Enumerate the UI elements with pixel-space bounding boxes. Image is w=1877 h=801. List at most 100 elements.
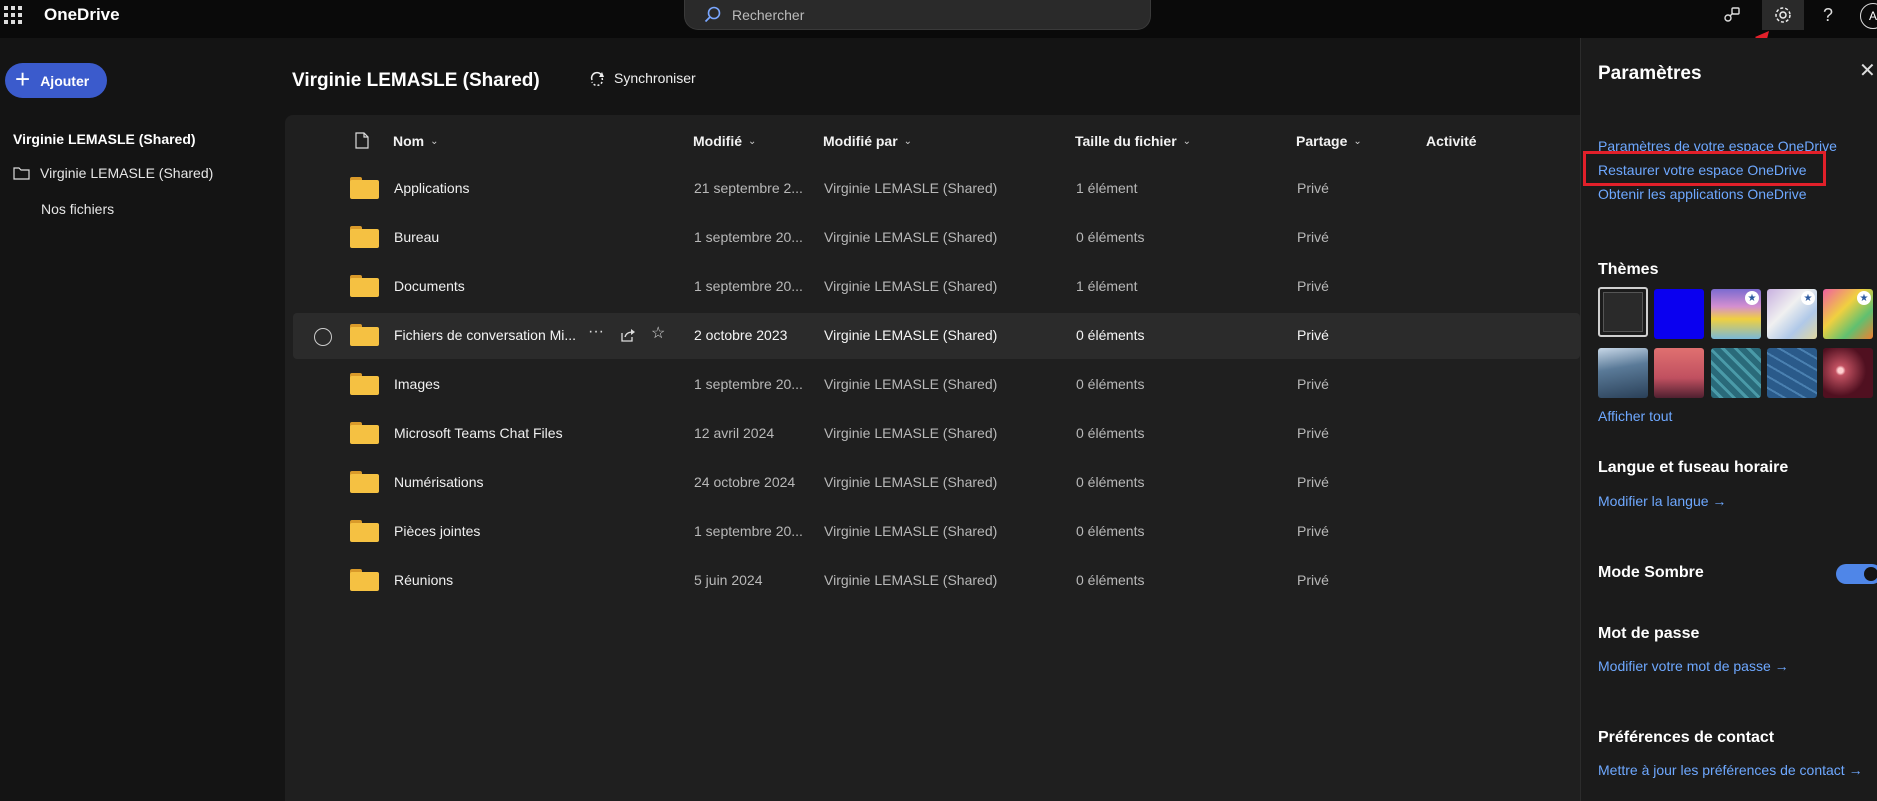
sharing-status: Privé — [1297, 523, 1329, 539]
get-apps-link[interactable]: Obtenir les applications OneDrive — [1598, 186, 1807, 202]
app-launcher-icon[interactable] — [4, 6, 22, 24]
close-icon[interactable]: ✕ — [1859, 58, 1876, 83]
file-name[interactable]: Pièces jointes — [394, 523, 480, 539]
search-input[interactable]: Rechercher — [732, 7, 804, 23]
folder-icon — [350, 422, 379, 444]
file-size: 0 éléments — [1076, 425, 1145, 441]
change-language-link[interactable]: Modifier la langue → — [1598, 493, 1726, 509]
theme-palms[interactable] — [1654, 348, 1704, 398]
share-icon[interactable] — [620, 327, 636, 343]
chevron-down-icon: ⌄ — [903, 135, 913, 147]
add-button-label: Ajouter — [40, 72, 90, 89]
nav-item-shared-folder[interactable]: Virginie LEMASLE (Shared) — [13, 165, 213, 181]
column-label: Taille du fichier — [1075, 133, 1177, 149]
show-all-themes-link[interactable]: Afficher tout — [1598, 408, 1672, 424]
column-label: Modifié par — [823, 133, 898, 149]
chevron-down-icon: ⌄ — [1182, 135, 1192, 147]
file-name[interactable]: Bureau — [394, 229, 439, 245]
file-name[interactable]: Microsoft Teams Chat Files — [394, 425, 563, 441]
sharing-status: Privé — [1297, 278, 1329, 294]
dark-mode-toggle[interactable] — [1836, 564, 1877, 584]
file-size: 0 éléments — [1076, 376, 1145, 392]
help-icon[interactable]: ? — [1809, 0, 1847, 30]
column-header-size[interactable]: Taille du fichier ⌄ — [1075, 133, 1191, 149]
table-row[interactable]: Applications 21 septembre 2... Virginie … — [293, 166, 1580, 212]
table-row[interactable]: Numérisations 24 octobre 2024 Virginie L… — [293, 460, 1580, 506]
sharing-status: Privé — [1297, 180, 1329, 196]
file-name[interactable]: Numérisations — [394, 474, 483, 490]
contact-preferences-link[interactable]: Mettre à jour les préférences de contact… — [1598, 762, 1863, 778]
left-navigation: + Ajouter Virginie LEMASLE (Shared) Virg… — [0, 38, 285, 801]
modified-by: Virginie LEMASLE (Shared) — [824, 425, 998, 441]
theme-pastel[interactable]: ★ — [1767, 289, 1817, 339]
column-header-modified[interactable]: Modifié ⌄ — [693, 133, 756, 149]
column-header-name[interactable]: Nom ⌄ — [393, 133, 439, 149]
sharing-status: Privé — [1297, 229, 1329, 245]
add-button[interactable]: + Ajouter — [5, 63, 107, 98]
table-row[interactable]: Fichiers de conversation Mi... ··· ☆ 2 o… — [293, 313, 1580, 359]
modified-date: 12 avril 2024 — [694, 425, 775, 441]
nav-item-label: Nos fichiers — [41, 201, 115, 217]
column-label: Activité — [1426, 133, 1477, 149]
search-box[interactable]: Rechercher — [684, 0, 1151, 30]
sharing-status: Privé — [1297, 327, 1329, 343]
file-size: 0 éléments — [1076, 229, 1145, 245]
settings-title: Paramètres — [1598, 63, 1702, 84]
column-header-sharing[interactable]: Partage ⌄ — [1296, 133, 1362, 149]
search-icon — [704, 6, 721, 23]
file-type-icon — [355, 132, 369, 149]
theme-blue[interactable] — [1654, 289, 1704, 339]
file-name[interactable]: Applications — [394, 180, 470, 196]
folder-icon — [350, 275, 379, 297]
file-size: 0 éléments — [1076, 327, 1145, 343]
file-size: 0 éléments — [1076, 523, 1145, 539]
settings-gear-icon[interactable] — [1762, 0, 1804, 30]
column-header-modified-by[interactable]: Modifié par ⌄ — [823, 133, 912, 149]
page-title: Virginie LEMASLE (Shared) — [292, 70, 540, 91]
modified-by: Virginie LEMASLE (Shared) — [824, 180, 998, 196]
contact-heading: Préférences de contact — [1598, 729, 1775, 746]
file-size: 1 élément — [1076, 180, 1138, 196]
more-options-icon[interactable]: ··· — [588, 323, 604, 341]
table-row[interactable]: Documents 1 septembre 20... Virginie LEM… — [293, 264, 1580, 310]
sync-label: Synchroniser — [614, 70, 696, 86]
modified-by: Virginie LEMASLE (Shared) — [824, 229, 998, 245]
nav-header[interactable]: Virginie LEMASLE (Shared) — [13, 131, 196, 147]
star-icon[interactable]: ☆ — [651, 323, 665, 343]
table-row[interactable]: Réunions 5 juin 2024 Virginie LEMASLE (S… — [293, 558, 1580, 604]
theme-sunset[interactable]: ★ — [1711, 289, 1761, 339]
table-row[interactable]: Bureau 1 septembre 20... Virginie LEMASL… — [293, 215, 1580, 261]
file-name[interactable]: Documents — [394, 278, 465, 294]
avatar[interactable]: A — [1860, 3, 1877, 29]
share-network-icon[interactable] — [1713, 0, 1751, 30]
table-row[interactable]: Pièces jointes 1 septembre 20... Virgini… — [293, 509, 1580, 555]
change-password-link[interactable]: Modifier votre mot de passe → — [1598, 658, 1789, 674]
folder-icon — [350, 226, 379, 248]
table-row[interactable]: Images 1 septembre 20... Virginie LEMASL… — [293, 362, 1580, 408]
theme-aviation[interactable] — [1767, 348, 1817, 398]
column-label: Partage — [1296, 133, 1348, 149]
row-select-radio[interactable] — [314, 328, 332, 346]
folder-outline-icon — [13, 167, 30, 180]
theme-bokeh[interactable] — [1823, 348, 1873, 398]
sync-button[interactable]: Synchroniser — [588, 70, 696, 86]
dark-mode-heading: Mode Sombre — [1598, 564, 1704, 581]
file-size: 1 élément — [1076, 278, 1138, 294]
modified-by: Virginie LEMASLE (Shared) — [824, 572, 998, 588]
column-header-activity[interactable]: Activité — [1426, 133, 1477, 149]
chevron-down-icon: ⌄ — [1353, 135, 1362, 147]
app-name[interactable]: OneDrive — [44, 5, 120, 25]
modified-date: 2 octobre 2023 — [694, 327, 788, 343]
file-name[interactable]: Images — [394, 376, 440, 392]
theme-ocean[interactable] — [1598, 348, 1648, 398]
file-name[interactable]: Fichiers de conversation Mi... — [394, 327, 576, 343]
folder-icon — [350, 520, 379, 542]
sync-icon — [590, 71, 604, 86]
nav-item-my-files[interactable]: Nos fichiers — [41, 201, 114, 217]
modified-date: 1 septembre 20... — [694, 229, 803, 245]
theme-circuit[interactable] — [1711, 348, 1761, 398]
theme-dark[interactable] — [1598, 287, 1648, 337]
table-row[interactable]: Microsoft Teams Chat Files 12 avril 2024… — [293, 411, 1580, 457]
file-name[interactable]: Réunions — [394, 572, 453, 588]
theme-rainbow[interactable]: ★ — [1823, 289, 1873, 339]
